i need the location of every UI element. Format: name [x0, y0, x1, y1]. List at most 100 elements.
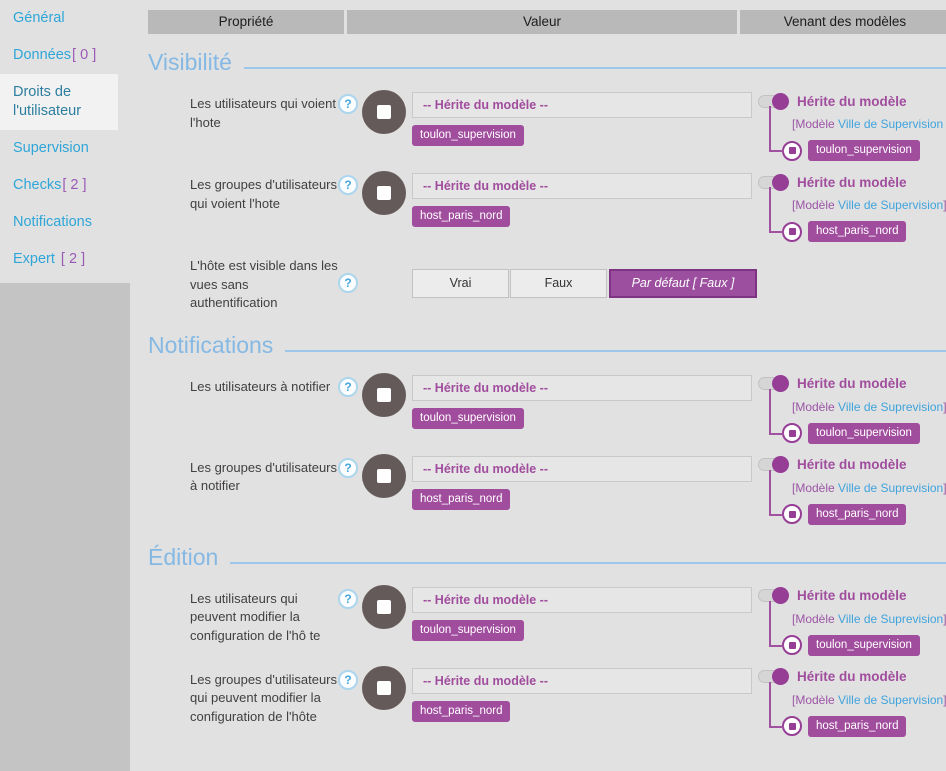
model-node-icon[interactable] [782, 222, 802, 242]
sidebar-nav-item[interactable]: Droits de l'utilisateur [0, 74, 118, 130]
model-reference: [Modèle Ville de Supervision] [792, 693, 946, 707]
form-section: Édition Les utilisateurs qui peuvent mod… [148, 543, 946, 737]
model-node-icon[interactable] [782, 635, 802, 655]
model-bracket-prefix: [Modèle [792, 117, 838, 131]
model-node-icon[interactable] [782, 504, 802, 524]
property-row: Les groupes d'utilisateurs qui voient l'… [148, 173, 946, 242]
value-tag[interactable]: toulon_supervision [412, 620, 524, 641]
sidebar-nav-item[interactable]: Supervision [0, 130, 130, 167]
model-reference: [Modèle Ville de Suprevision] [792, 481, 946, 495]
value-tag[interactable]: toulon_supervision [412, 408, 524, 429]
clear-value-button[interactable] [362, 666, 406, 710]
value-tag[interactable]: host_paris_nord [412, 701, 510, 722]
sidebar-nav-item[interactable]: Expert [ 2 ] [0, 241, 130, 278]
value-input[interactable] [412, 587, 752, 613]
model-node-tag[interactable]: host_paris_nord [808, 221, 906, 242]
inherit-toggle-label: Hérite du modèle [797, 588, 907, 603]
help-icon[interactable]: ? [338, 273, 358, 293]
help-icon[interactable]: ? [338, 377, 358, 397]
property-row: Les utilisateurs à notifier ? toulon_sup… [148, 375, 946, 444]
value-input[interactable] [412, 173, 752, 199]
model-node-tag[interactable]: toulon_supervision [808, 140, 920, 161]
model-bracket-prefix: [Modèle [792, 612, 838, 626]
sidebar-nav-item[interactable]: Checks[ 2 ] [0, 167, 130, 204]
tristate-option-button[interactable]: Vrai [412, 269, 509, 298]
value-tag[interactable]: host_paris_nord [412, 489, 510, 510]
sidebar-nav-item[interactable]: Données[ 0 ] [0, 37, 130, 74]
stop-square-icon [377, 105, 391, 119]
model-reference: [Modèle Ville de Suprevision] [792, 400, 946, 414]
sidebar-nav-item[interactable]: Général [0, 0, 130, 37]
clear-value-button[interactable] [362, 585, 406, 629]
help-icon[interactable]: ? [338, 175, 358, 195]
value-column: host_paris_nord [412, 668, 752, 722]
nav-item-count: [ 2 ] [62, 177, 86, 193]
nav-item-label: Checks [13, 177, 61, 193]
node-square-icon [789, 723, 796, 730]
nav-item-label: Général [13, 10, 65, 26]
node-square-icon [789, 642, 796, 649]
model-node-row: host_paris_nord [782, 716, 946, 737]
connector-line [769, 106, 784, 152]
sidebar-nav-item[interactable]: Notifications [0, 204, 130, 241]
tristate-option-button[interactable]: Par défaut [ Faux ] [609, 269, 757, 298]
model-bracket-prefix: [Modèle [792, 198, 838, 212]
model-node-row: host_paris_nord [782, 504, 946, 525]
model-node-icon[interactable] [782, 716, 802, 736]
value-input[interactable] [412, 92, 752, 118]
help-icon[interactable]: ? [338, 458, 358, 478]
tristate-option-button[interactable]: Faux [510, 269, 607, 298]
value-tag[interactable]: host_paris_nord [412, 206, 510, 227]
clear-value-button[interactable] [362, 90, 406, 134]
column-header-value: Valeur [347, 10, 737, 34]
inherit-toggle-row: Hérite du modèle [758, 669, 946, 685]
nav-item-label: Expert [13, 251, 55, 267]
section-rows: Les utilisateurs qui peuvent modifier la… [148, 587, 946, 737]
model-inheritance: Hérite du modèle [Modèle Ville de Suprev… [758, 456, 946, 525]
value-tag[interactable]: toulon_supervision [412, 125, 524, 146]
model-node-row: toulon_supervision [782, 140, 946, 161]
clear-value-button[interactable] [362, 454, 406, 498]
inherit-toggle-row: Hérite du modèle [758, 174, 946, 190]
inherit-toggle-label: Hérite du modèle [797, 175, 907, 190]
section-title: Édition [148, 543, 946, 571]
column-header-from-models: Venant des modèles [740, 10, 946, 34]
model-node-tag[interactable]: host_paris_nord [808, 504, 906, 525]
model-node-tag[interactable]: toulon_supervision [808, 635, 920, 656]
property-label: L'hôte est visible dans les vues sans au… [190, 254, 338, 313]
model-link[interactable]: Ville de Suprevision [838, 612, 943, 626]
value-input[interactable] [412, 375, 752, 401]
model-node-icon[interactable] [782, 423, 802, 443]
value-input[interactable] [412, 668, 752, 694]
inherit-toggle-row: Hérite du modèle [758, 588, 946, 604]
model-link[interactable]: Ville de Supervision [838, 198, 943, 212]
model-node-icon[interactable] [782, 141, 802, 161]
nav-item-count: [ 2 ] [61, 251, 85, 267]
column-header-property: Propriété [148, 10, 344, 34]
property-row: Les utilisateurs qui voient l'hote ? tou… [148, 92, 946, 161]
clear-value-button[interactable] [362, 171, 406, 215]
model-node-tag[interactable]: toulon_supervision [808, 423, 920, 444]
help-icon[interactable]: ? [338, 589, 358, 609]
clear-value-button[interactable] [362, 373, 406, 417]
property-row: Les groupes d'utilisateurs qui peuvent m… [148, 668, 946, 737]
model-link[interactable]: Ville de Suprevision [838, 481, 943, 495]
model-link[interactable]: Ville de Suprevision [838, 400, 943, 414]
form-section: Notifications Les utilisateurs à notifie… [148, 331, 946, 525]
model-node-tag[interactable]: host_paris_nord [808, 716, 906, 737]
help-icon[interactable]: ? [338, 670, 358, 690]
sections: Visibilité Les utilisateurs qui voient l… [148, 48, 946, 737]
property-label: Les utilisateurs qui peuvent modifier la… [190, 587, 338, 646]
inherit-toggle-row: Hérite du modèle [758, 376, 946, 392]
model-inheritance: Hérite du modèle [Modèle Ville de Superv… [758, 92, 946, 161]
model-reference: [Modèle Ville de Supervision] [792, 198, 946, 212]
node-square-icon [789, 430, 796, 437]
sidebar-nav: Général Données[ 0 ]Droits de l'utilisate… [0, 0, 130, 278]
model-link[interactable]: Ville de Supervision [838, 693, 943, 707]
value-input[interactable] [412, 456, 752, 482]
property-row: Les groupes d'utilisateurs à notifier ? … [148, 456, 946, 525]
section-title-text: Notifications [148, 331, 273, 359]
sidebar-footer [0, 283, 130, 771]
help-icon[interactable]: ? [338, 94, 358, 114]
model-link[interactable]: Ville de Supervision [838, 117, 943, 131]
